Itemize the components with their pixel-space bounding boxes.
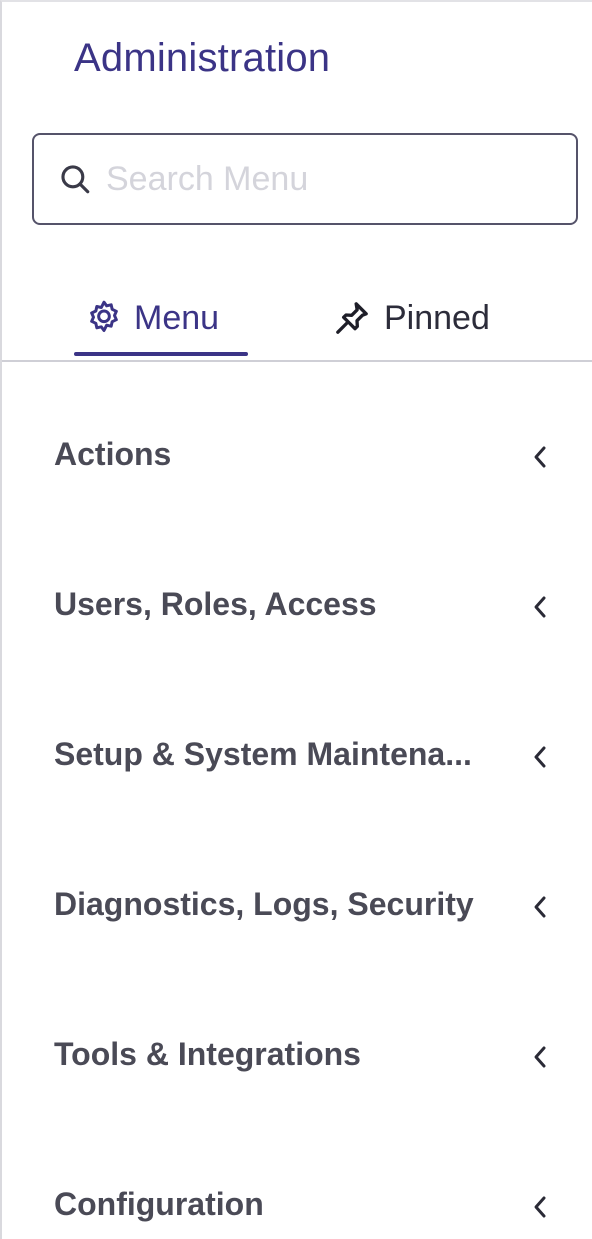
menu-item-users-roles-access[interactable]: Users, Roles, Access (2, 532, 592, 682)
tab-bar: Menu Pinned (2, 272, 592, 362)
menu-item-label: Setup & System Maintena... (54, 736, 472, 772)
menu-item-label: Tools & Integrations (54, 1036, 361, 1072)
menu-item-actions[interactable]: Actions (2, 382, 592, 532)
gear-icon (84, 298, 124, 338)
menu-item-tools-integrations[interactable]: Tools & Integrations (2, 982, 592, 1132)
chevron-left-icon[interactable] (528, 1042, 552, 1072)
search-input[interactable] (106, 159, 546, 199)
menu-item-configuration[interactable]: Configuration (2, 1132, 592, 1239)
tab-pinned-label: Pinned (384, 298, 490, 337)
tab-menu[interactable]: Menu (84, 278, 219, 358)
chevron-left-icon[interactable] (528, 442, 552, 472)
chevron-left-icon[interactable] (528, 1192, 552, 1222)
active-tab-indicator (74, 352, 248, 356)
chevron-left-icon[interactable] (528, 592, 552, 622)
menu-item-diagnostics-logs-security[interactable]: Diagnostics, Logs, Security (2, 832, 592, 982)
search-box[interactable] (32, 133, 578, 225)
panel-title: Administration (74, 36, 331, 80)
menu-item-label: Actions (54, 436, 172, 472)
pin-icon (330, 298, 374, 338)
tab-menu-label: Menu (134, 298, 220, 337)
menu-item-setup-system-maintenance[interactable]: Setup & System Maintena... (2, 682, 592, 832)
menu-list: Actions Users, Roles, Access Setup & Sys… (2, 382, 592, 1239)
menu-item-label: Configuration (54, 1186, 264, 1222)
chevron-left-icon[interactable] (528, 892, 552, 922)
chevron-left-icon[interactable] (528, 742, 552, 772)
tab-pinned[interactable]: Pinned (330, 278, 490, 358)
menu-item-label: Users, Roles, Access (54, 586, 377, 622)
admin-sidebar-panel: Administration Menu (0, 0, 592, 1239)
menu-item-label: Diagnostics, Logs, Security (54, 886, 474, 922)
search-icon (56, 160, 94, 198)
